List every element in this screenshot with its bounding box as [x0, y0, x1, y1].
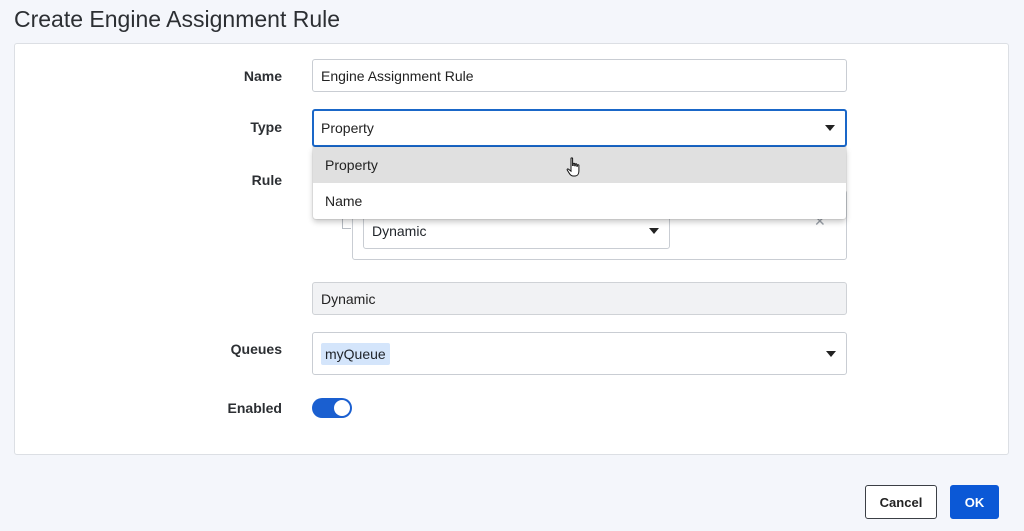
rule-text-field: Dynamic	[312, 282, 847, 315]
caret-down-icon	[826, 350, 836, 357]
queue-tag[interactable]: myQueue	[321, 342, 390, 365]
toggle-knob	[334, 400, 350, 416]
type-label: Type	[250, 119, 282, 135]
queues-select[interactable]: myQueue	[312, 332, 847, 375]
page-title: Create Engine Assignment Rule	[14, 6, 341, 32]
type-option-label: Name	[325, 193, 363, 209]
name-input[interactable]: Engine Assignment Rule	[312, 59, 847, 92]
rule-text-value: Dynamic	[321, 290, 376, 307]
name-label: Name	[243, 68, 282, 84]
rule-condition-value: Dynamic	[372, 222, 427, 239]
type-select-value: Property	[321, 120, 374, 136]
caret-down-icon	[649, 227, 659, 234]
ok-button[interactable]: OK	[950, 485, 999, 519]
type-option-name[interactable]: Name	[313, 183, 846, 219]
type-option-label: Property	[325, 157, 378, 173]
caret-down-icon	[825, 125, 835, 131]
type-select[interactable]: Property	[312, 109, 847, 147]
queues-label: Queues	[230, 341, 282, 357]
rule-label: Rule	[251, 172, 282, 188]
name-input-value: Engine Assignment Rule	[321, 67, 474, 84]
enabled-label: Enabled	[227, 400, 282, 416]
hand-cursor-icon	[566, 157, 580, 177]
cancel-button[interactable]: Cancel	[865, 485, 937, 519]
enabled-toggle[interactable]	[312, 398, 352, 418]
